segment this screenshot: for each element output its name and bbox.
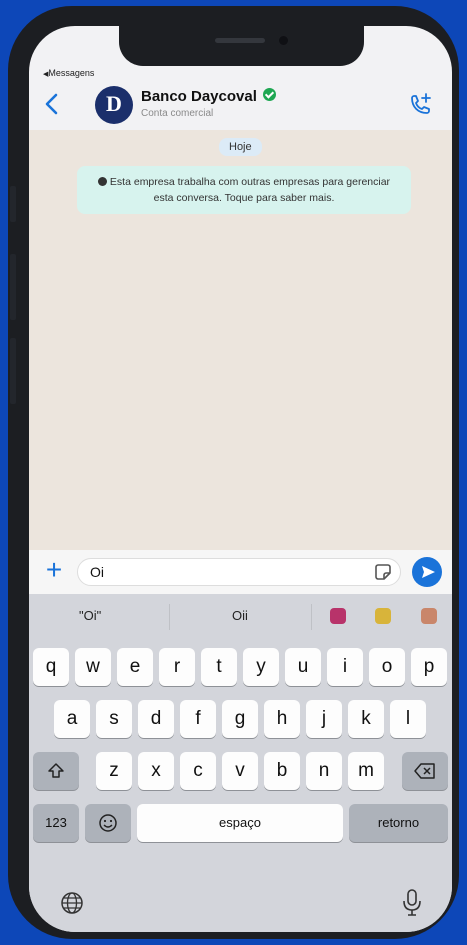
key-a[interactable]: a — [54, 700, 90, 738]
back-to-app-link[interactable]: ◀Messagens — [43, 68, 94, 78]
add-call-icon[interactable] — [407, 92, 433, 118]
composer-bar: + Oi — [29, 550, 452, 594]
key-k[interactable]: k — [348, 700, 384, 738]
backspace-key[interactable] — [402, 752, 448, 790]
key-c[interactable]: c — [180, 752, 216, 790]
return-key[interactable]: retorno — [349, 804, 448, 842]
send-arrow-icon — [422, 566, 435, 578]
date-divider: Hoje — [219, 138, 262, 156]
key-n[interactable]: n — [306, 752, 342, 790]
contact-name-text: Banco Daycoval — [141, 88, 257, 105]
key-l[interactable]: l — [390, 700, 426, 738]
attach-plus-icon[interactable]: + — [41, 556, 67, 585]
message-input[interactable]: Oi — [77, 558, 401, 586]
shift-key[interactable] — [33, 752, 79, 790]
shift-arrow-icon — [48, 763, 64, 778]
key-p[interactable]: p — [411, 648, 447, 686]
numbers-key[interactable]: 123 — [33, 804, 79, 842]
emoji-suggestion-2-icon[interactable] — [375, 608, 391, 624]
key-w[interactable]: w — [75, 648, 111, 686]
key-b[interactable]: b — [264, 752, 300, 790]
info-icon — [97, 177, 107, 186]
volume-up-button — [10, 254, 16, 320]
key-h[interactable]: h — [264, 700, 300, 738]
suggestion-1[interactable]: "Oi" — [79, 608, 101, 623]
emoji-suggestion-3-icon[interactable] — [421, 608, 437, 624]
sticker-icon[interactable] — [373, 562, 393, 582]
business-notice[interactable]: Esta empresa trabalha com outras empresa… — [77, 166, 411, 214]
key-z[interactable]: z — [96, 752, 132, 790]
key-m[interactable]: m — [348, 752, 384, 790]
volume-down-button — [10, 338, 16, 404]
key-u[interactable]: u — [285, 648, 321, 686]
notch — [119, 26, 364, 66]
keyboard-bottom-row — [29, 888, 452, 932]
camera — [279, 36, 288, 45]
space-key[interactable]: espaço — [137, 804, 343, 842]
key-i[interactable]: i — [327, 648, 363, 686]
key-q[interactable]: q — [33, 648, 69, 686]
key-s[interactable]: s — [96, 700, 132, 738]
send-button[interactable] — [412, 557, 442, 587]
key-x[interactable]: x — [138, 752, 174, 790]
key-d[interactable]: d — [138, 700, 174, 738]
suggestion-2[interactable]: Oii — [232, 608, 248, 623]
key-r[interactable]: r — [159, 648, 195, 686]
emoji-key[interactable] — [85, 804, 131, 842]
chat-header: D Banco Daycoval Conta comercial — [29, 80, 452, 128]
phone-screen: ◀Messagens D Banco Daycoval Conta comerc… — [29, 26, 452, 932]
contact-subtitle: Conta comercial — [141, 108, 214, 119]
suggestion-bar: "Oi" Oii — [29, 594, 452, 640]
verified-badge-icon — [263, 88, 277, 101]
microphone-icon[interactable] — [401, 888, 423, 918]
key-t[interactable]: t — [201, 648, 237, 686]
smiley-icon — [99, 814, 117, 832]
back-to-app-label: Messagens — [48, 68, 95, 78]
speaker — [215, 38, 265, 43]
avatar[interactable]: D — [95, 86, 133, 124]
key-j[interactable]: j — [306, 700, 342, 738]
key-g[interactable]: g — [222, 700, 258, 738]
contact-name[interactable]: Banco Daycoval — [141, 88, 277, 105]
suggestion-divider — [169, 604, 170, 630]
backspace-icon — [414, 763, 435, 779]
emoji-suggestion-1-icon[interactable] — [330, 608, 346, 624]
key-o[interactable]: o — [369, 648, 405, 686]
key-f[interactable]: f — [180, 700, 216, 738]
globe-icon[interactable] — [59, 890, 85, 916]
suggestion-divider — [311, 604, 312, 630]
back-chevron-icon[interactable] — [41, 92, 63, 116]
key-y[interactable]: y — [243, 648, 279, 686]
mute-switch — [10, 186, 16, 222]
key-e[interactable]: e — [117, 648, 153, 686]
chat-area[interactable]: Hoje Esta empresa trabalha com outras em… — [29, 130, 452, 550]
key-v[interactable]: v — [222, 752, 258, 790]
keyboard: "Oi" Oii q w e r t y u i o p a s d f g h… — [29, 594, 452, 932]
business-notice-text: Esta empresa trabalha com outras empresa… — [109, 176, 391, 204]
